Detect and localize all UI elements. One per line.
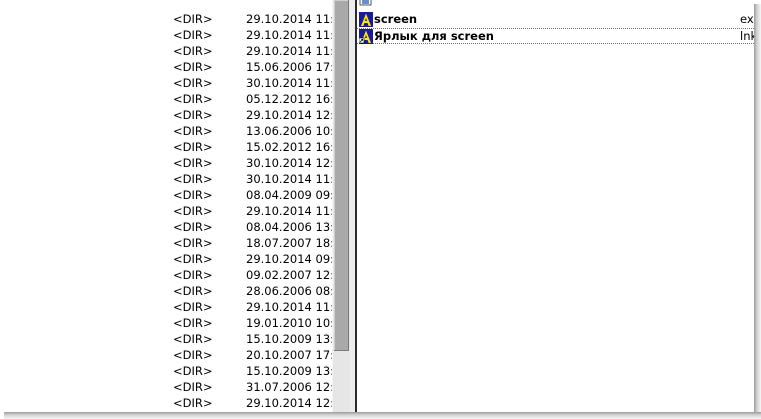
list-item[interactable]: <DIR> 13.06.2006 10: bbox=[0, 123, 332, 139]
dir-date: 30.10.2014 11: bbox=[246, 172, 332, 186]
dir-type-label: <DIR> bbox=[173, 220, 213, 234]
dir-type-label: <DIR> bbox=[173, 92, 213, 106]
dir-type-label: <DIR> bbox=[173, 108, 213, 122]
dir-date: 29.10.2014 09: bbox=[246, 252, 332, 266]
list-item[interactable]: screen ex bbox=[357, 12, 754, 27]
left-file-panel[interactable]: <DIR> 29.10.2014 11: <DIR> 29.10.2014 11: … bbox=[0, 0, 332, 412]
dir-date: 13.06.2006 10: bbox=[246, 124, 332, 138]
dir-date: 08.04.2006 13: bbox=[246, 220, 332, 234]
list-item[interactable]: <DIR> 28.06.2006 08: bbox=[0, 283, 332, 299]
dir-date: 08.04.2009 09: bbox=[246, 188, 332, 202]
list-item[interactable]: <DIR> 20.10.2007 17: bbox=[0, 347, 332, 363]
dir-type-label: <DIR> bbox=[173, 332, 213, 346]
file-icon bbox=[359, 0, 373, 6]
list-item[interactable]: <DIR> 15.06.2006 17: bbox=[0, 59, 332, 75]
list-item[interactable]: <DIR> 05.12.2012 16: bbox=[0, 91, 332, 107]
dir-type-label: <DIR> bbox=[173, 156, 213, 170]
list-item[interactable]: <DIR> 30.10.2014 11: bbox=[0, 171, 332, 187]
list-item[interactable]: <DIR> 15.10.2009 13: bbox=[0, 363, 332, 379]
dir-type-label: <DIR> bbox=[173, 316, 213, 330]
list-item[interactable]: <DIR> 29.10.2014 11: bbox=[0, 11, 332, 27]
dir-type-label: <DIR> bbox=[173, 236, 213, 250]
dir-type-label: <DIR> bbox=[173, 76, 213, 90]
dir-date: 29.10.2014 11: bbox=[246, 300, 332, 314]
screen-shortcut-icon bbox=[358, 29, 373, 44]
dir-type-label: <DIR> bbox=[173, 188, 213, 202]
dir-date: 15.02.2012 16: bbox=[246, 140, 332, 154]
dir-date: 29.10.2014 11: bbox=[246, 204, 332, 218]
dir-date: 15.10.2009 13: bbox=[246, 364, 332, 378]
file-name: screen bbox=[374, 12, 418, 26]
dir-date: 29.10.2014 11: bbox=[246, 44, 332, 58]
dir-date: 15.06.2006 17: bbox=[246, 60, 332, 74]
list-item[interactable]: <DIR> 29.10.2014 12: bbox=[0, 395, 332, 411]
list-item[interactable]: <DIR> 08.04.2006 13: bbox=[0, 219, 332, 235]
dir-type-label: <DIR> bbox=[173, 44, 213, 58]
list-item[interactable]: <DIR> 15.02.2012 16: bbox=[0, 139, 332, 155]
dir-type-label: <DIR> bbox=[173, 268, 213, 282]
list-item[interactable]: <DIR> 30.10.2014 12: bbox=[0, 155, 332, 171]
dir-type-label: <DIR> bbox=[173, 28, 213, 42]
dir-date: 18.07.2007 18: bbox=[246, 236, 332, 250]
left-file-list: <DIR> 29.10.2014 11: <DIR> 29.10.2014 11: … bbox=[0, 0, 332, 411]
file-extension: lnk bbox=[740, 29, 754, 43]
scrollbar-thumb[interactable] bbox=[334, 0, 349, 351]
dir-date: 20.10.2007 17: bbox=[246, 348, 332, 362]
list-item[interactable]: <DIR> 29.10.2014 11: bbox=[0, 27, 332, 43]
window-shadow-bottom bbox=[4, 412, 761, 419]
list-item[interactable]: <DIR> 18.07.2007 18: bbox=[0, 235, 332, 251]
file-manager-window: <DIR> 29.10.2014 11: <DIR> 29.10.2014 11: … bbox=[0, 0, 754, 412]
list-item[interactable]: <DIR> 09.02.2007 12: bbox=[0, 267, 332, 283]
list-item[interactable]: <DIR> 31.07.2006 12: bbox=[0, 379, 332, 395]
dir-type-label: <DIR> bbox=[173, 364, 213, 378]
dir-date: 09.02.2007 12: bbox=[246, 268, 332, 282]
list-item[interactable]: <DIR> 29.10.2014 12: bbox=[0, 107, 332, 123]
dir-type-label: <DIR> bbox=[173, 60, 213, 74]
dir-type-label: <DIR> bbox=[173, 300, 213, 314]
dir-date: 19.01.2010 10: bbox=[246, 316, 332, 330]
dir-type-label: <DIR> bbox=[173, 348, 213, 362]
dir-type-label: <DIR> bbox=[173, 252, 213, 266]
dir-type-label: <DIR> bbox=[173, 140, 213, 154]
file-name: Ярлык для screen bbox=[374, 29, 494, 43]
list-item[interactable]: <DIR> 15.10.2009 13: bbox=[0, 331, 332, 347]
dir-date: 31.07.2006 12: bbox=[246, 380, 332, 394]
list-item-selected[interactable]: Ярлык для screen lnk bbox=[357, 28, 754, 44]
list-item-partial[interactable] bbox=[0, 0, 332, 11]
file-extension: ex bbox=[740, 12, 754, 26]
dir-type-label: <DIR> bbox=[173, 204, 213, 218]
list-item[interactable]: <DIR> 08.04.2009 09: bbox=[0, 187, 332, 203]
dir-date: 05.12.2012 16: bbox=[246, 92, 332, 106]
dir-date: 29.10.2014 12: bbox=[246, 108, 332, 122]
list-item-partial[interactable] bbox=[357, 0, 754, 6]
dir-date: 29.10.2014 11: bbox=[246, 28, 332, 42]
dir-type-label: <DIR> bbox=[173, 172, 213, 186]
dir-type-label: <DIR> bbox=[173, 124, 213, 138]
dir-date: 29.10.2014 12: bbox=[246, 396, 332, 410]
left-panel-scrollbar[interactable] bbox=[332, 0, 350, 412]
window-shadow-right bbox=[754, 4, 761, 416]
right-file-panel[interactable]: screen ex Ярлык для screen lnk bbox=[357, 0, 754, 412]
list-item[interactable]: <DIR> 29.10.2014 11: bbox=[0, 203, 332, 219]
dir-date: 15.10.2009 13: bbox=[246, 332, 332, 346]
dir-date: 30.10.2014 12: bbox=[246, 156, 332, 170]
dir-type-label: <DIR> bbox=[173, 396, 213, 410]
list-item[interactable]: <DIR> 19.01.2010 10: bbox=[0, 315, 332, 331]
dir-date: 30.10.2014 11: bbox=[246, 76, 332, 90]
dir-date: 29.10.2014 11: bbox=[246, 12, 332, 26]
dir-type-label: <DIR> bbox=[173, 284, 213, 298]
dir-type-label: <DIR> bbox=[173, 12, 213, 26]
screen-app-icon bbox=[359, 12, 373, 27]
dir-date: 28.06.2006 08: bbox=[246, 284, 332, 298]
dir-type-label: <DIR> bbox=[173, 380, 213, 394]
list-item[interactable]: <DIR> 29.10.2014 11: bbox=[0, 299, 332, 315]
list-item[interactable]: <DIR> 29.10.2014 09: bbox=[0, 251, 332, 267]
list-item[interactable]: <DIR> 29.10.2014 11: bbox=[0, 43, 332, 59]
list-item[interactable]: <DIR> 30.10.2014 11: bbox=[0, 75, 332, 91]
